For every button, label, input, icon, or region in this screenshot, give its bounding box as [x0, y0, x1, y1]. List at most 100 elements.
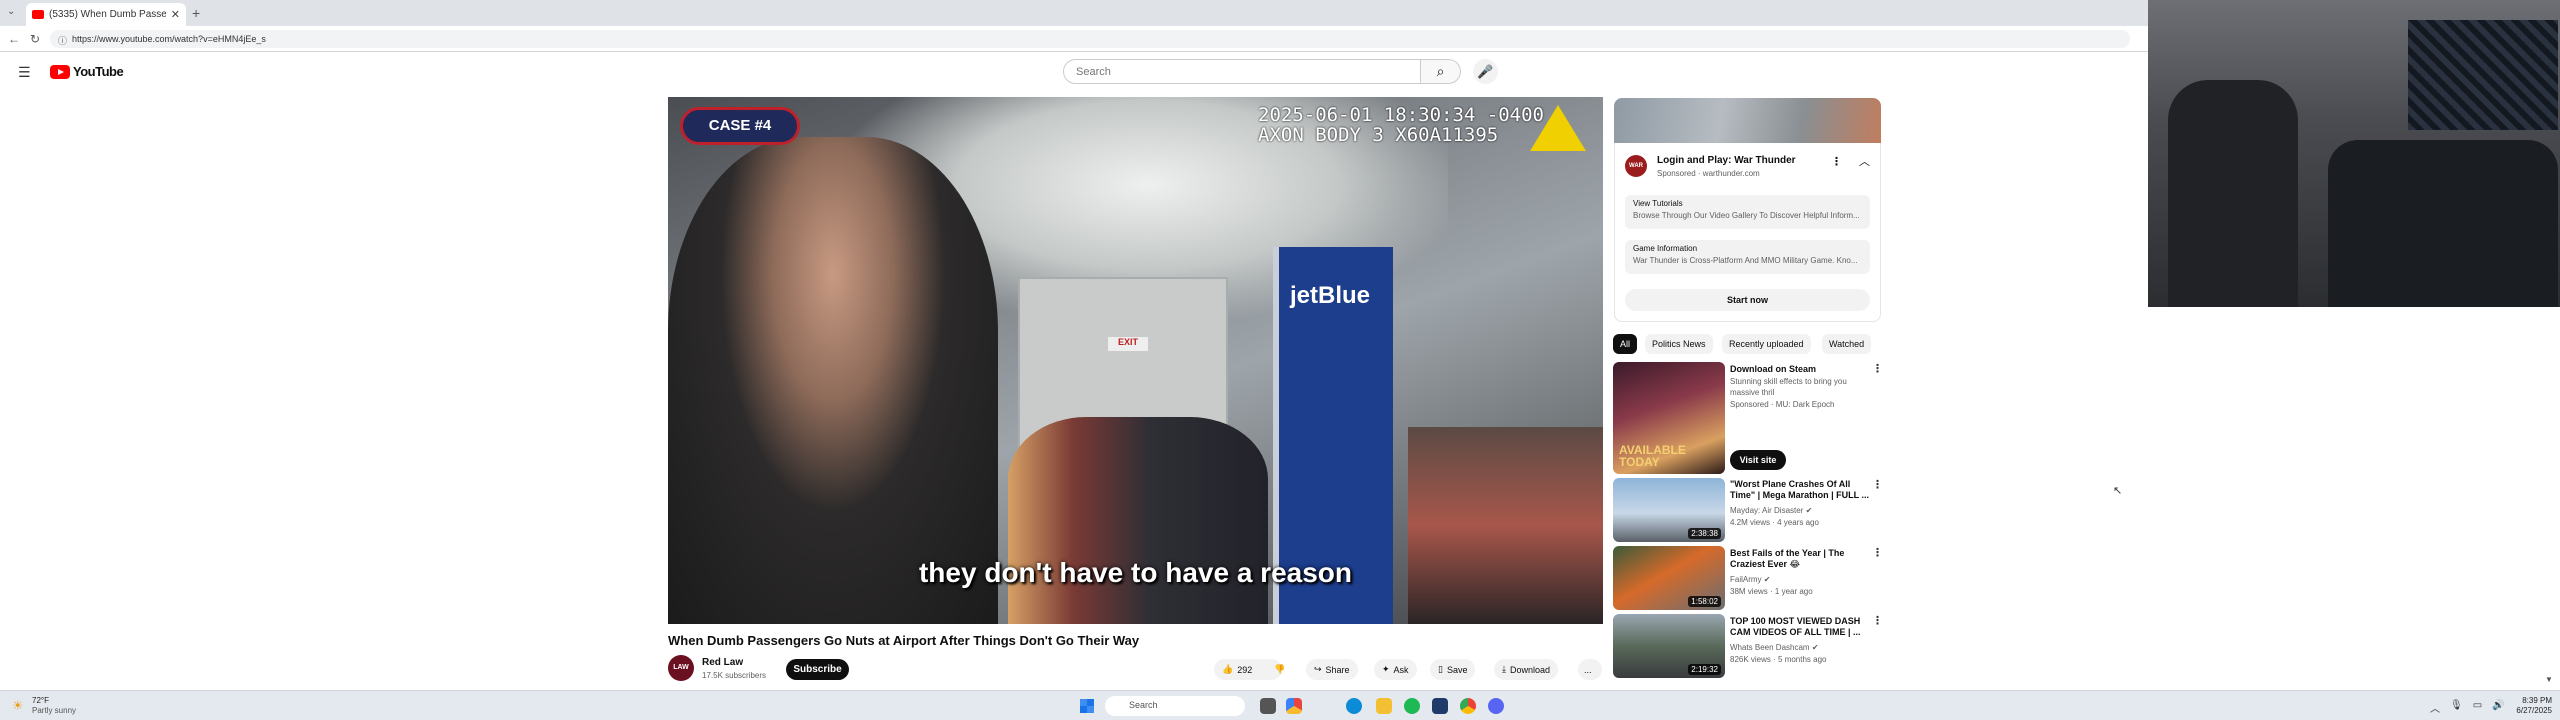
url-field[interactable]: ⓘ https://www.youtube.com/watch?v=eHMN4j…	[50, 30, 2130, 48]
rec-duration: 2:38:38	[1688, 528, 1721, 539]
taskbar-search[interactable]: Search	[1105, 696, 1245, 716]
network-icon[interactable]: ▭	[2473, 700, 2482, 715]
ad-link-title: View Tutorials	[1633, 199, 1683, 208]
download-button[interactable]: ⤓ Download	[1494, 659, 1559, 680]
edge-icon[interactable]	[1346, 698, 1362, 714]
rec-thumbnail[interactable]: 2:19:32	[1613, 614, 1725, 678]
rec-meta: Sponsored · MU: Dark Epoch	[1730, 400, 1835, 409]
channel-avatar[interactable]: LAW	[668, 655, 694, 681]
rec-thumb-caption: AVAILABLE TODAY	[1619, 443, 1686, 469]
browser-tab[interactable]: (5335) When Dumb Passeng ✕	[26, 3, 186, 26]
save-button[interactable]: ▯ Save	[1430, 659, 1476, 680]
mouse-cursor-icon: ↖	[2113, 485, 2123, 497]
chevron-up-icon[interactable]: ︿	[2430, 700, 2440, 715]
youtube-play-icon	[50, 64, 70, 79]
file-explorer-icon[interactable]	[1376, 698, 1392, 714]
weather-icon[interactable]: ☀	[12, 698, 24, 714]
scroll-down-icon[interactable]: ▼	[2545, 675, 2553, 684]
more-actions-button[interactable]: ...	[1578, 659, 1602, 680]
passenger-figure	[668, 137, 998, 624]
chrome-icon[interactable]	[1460, 698, 1476, 714]
channel-name[interactable]: Red Law	[702, 657, 743, 668]
rec-title[interactable]: "Worst Plane Crashes Of All Time" | Mega…	[1730, 479, 1870, 501]
microphone-tray-icon[interactable]: 🎙	[2450, 700, 2463, 715]
site-info-icon[interactable]: ⓘ	[58, 34, 67, 47]
clock-time[interactable]: 8:39 PM	[2518, 696, 2552, 705]
webcam-chair	[2328, 140, 2558, 307]
bookmark-icon: ▯	[1438, 664, 1443, 674]
rec-meta: Mayday: Air Disaster ✔	[1730, 506, 1813, 515]
subscribe-button[interactable]: Subscribe	[786, 659, 849, 680]
back-icon[interactable]: ←	[8, 32, 20, 46]
spotify-icon[interactable]	[1404, 698, 1420, 714]
case-badge: CASE #4	[680, 107, 800, 145]
search-input[interactable]: Search	[1063, 59, 1421, 84]
weather-temp[interactable]: 72°F	[32, 696, 49, 705]
ad-link-game-info[interactable]: Game Information War Thunder is Cross-Pl…	[1625, 240, 1870, 274]
copilot-icon[interactable]	[1286, 698, 1302, 714]
rec-meta: Stunning skill effects to bring you	[1730, 377, 1847, 386]
rec-thumbnail[interactable]: AVAILABLE TODAY	[1613, 362, 1725, 474]
rec-title[interactable]: Best Fails of the Year | The Craziest Ev…	[1730, 548, 1870, 570]
youtube-favicon-icon	[32, 10, 44, 19]
url-text: https://www.youtube.com/watch?v=eHMN4jEe…	[72, 34, 266, 44]
ad-more-icon[interactable]: ⋮	[1831, 155, 1842, 168]
tab-close-icon[interactable]: ✕	[171, 8, 186, 21]
video-caption: they don't have to have a reason	[918, 557, 1352, 588]
rec-thumbnail[interactable]: 1:58:02	[1613, 546, 1725, 610]
ad-banner-image[interactable]	[1614, 98, 1881, 143]
browser-tab-bar: ⌄ (5335) When Dumb Passeng ✕ +	[0, 0, 2148, 26]
rec-more-icon[interactable]: ⋮	[1872, 478, 1883, 491]
rec-more-icon[interactable]: ⋮	[1872, 614, 1883, 627]
rec-more-icon[interactable]: ⋮	[1872, 546, 1883, 559]
rec-thumbnail[interactable]: 2:38:38	[1613, 478, 1725, 542]
refresh-icon[interactable]: ↻	[30, 32, 40, 46]
search-icon[interactable]: ⌕	[1421, 59, 1461, 84]
ad-logo[interactable]: WAR THUNDER	[1625, 155, 1654, 191]
chip-all[interactable]: All	[1613, 334, 1638, 354]
chip-recently-uploaded[interactable]: Recently uploaded	[1722, 334, 1811, 354]
save-label: Save	[1446, 664, 1468, 675]
sparkle-icon: ✦	[1382, 664, 1390, 674]
volume-icon[interactable]: 🔊	[2492, 700, 2504, 715]
jetblue-logo: jetBlue	[1290, 282, 1371, 309]
store-icon[interactable]	[1432, 698, 1448, 714]
rec-more-icon[interactable]: ⋮	[1872, 362, 1883, 375]
address-bar-row: ← ↻ ⓘ https://www.youtube.com/watch?v=eH…	[0, 26, 2148, 52]
bodycam-timestamp: 2025-06-01 18:30:34 -0400	[1258, 104, 1544, 126]
menu-icon[interactable]: ☰	[18, 64, 31, 81]
clock-date[interactable]: 6/27/2025	[2508, 706, 2552, 715]
windows-start-icon[interactable]	[1080, 699, 1094, 713]
video-player[interactable]: EXIT jetBlue CASE #4 2025-06-01 18:30:34…	[668, 97, 1603, 624]
tab-list-chevron-icon[interactable]: ⌄	[7, 6, 15, 17]
visit-site-button[interactable]: Visit site	[1730, 450, 1786, 470]
dislike-button[interactable]: 👎	[1266, 659, 1292, 680]
rec-meta: FailArmy ✔	[1730, 575, 1771, 584]
chip-politics-news[interactable]: Politics News	[1645, 334, 1713, 354]
microphone-icon[interactable]: 🎤	[1473, 59, 1498, 84]
task-view-icon[interactable]	[1260, 698, 1276, 714]
tab-title: (5335) When Dumb Passeng	[49, 9, 166, 20]
share-button[interactable]: ↪ Share	[1306, 659, 1358, 680]
new-tab-icon[interactable]: +	[192, 5, 200, 21]
chip-watched[interactable]: Watched	[1822, 334, 1872, 354]
ad-collapse-icon[interactable]: ︿	[1859, 153, 1870, 169]
youtube-logo[interactable]: YouTube	[50, 64, 124, 79]
more-label: ...	[1584, 664, 1592, 675]
rec-title[interactable]: TOP 100 MOST VIEWED DASH CAM VIDEOS OF A…	[1730, 616, 1870, 638]
rec-meta: 4.2M views · 4 years ago	[1730, 518, 1819, 527]
system-tray: ︿ 🎙 ▭ 🔊	[2430, 700, 2505, 715]
rec-meta: massive thril	[1730, 388, 1775, 397]
start-now-button[interactable]: Start now	[1625, 289, 1870, 311]
ad-link-tutorials[interactable]: View Tutorials Browse Through Our Video …	[1625, 195, 1870, 229]
rec-duration: 1:58:02	[1688, 596, 1721, 607]
share-icon: ↪	[1314, 664, 1322, 674]
rec-duration: 2:19:32	[1688, 664, 1721, 675]
rec-title[interactable]: Download on Steam	[1730, 364, 1870, 375]
discord-icon[interactable]	[1488, 698, 1504, 714]
share-label: Share	[1325, 664, 1350, 675]
axon-logo-icon	[1530, 105, 1586, 151]
rec-meta: 826K views · 5 months ago	[1730, 655, 1827, 664]
ad-title[interactable]: Login and Play: War Thunder	[1657, 155, 1796, 166]
ask-button[interactable]: ✦ Ask	[1374, 659, 1417, 680]
